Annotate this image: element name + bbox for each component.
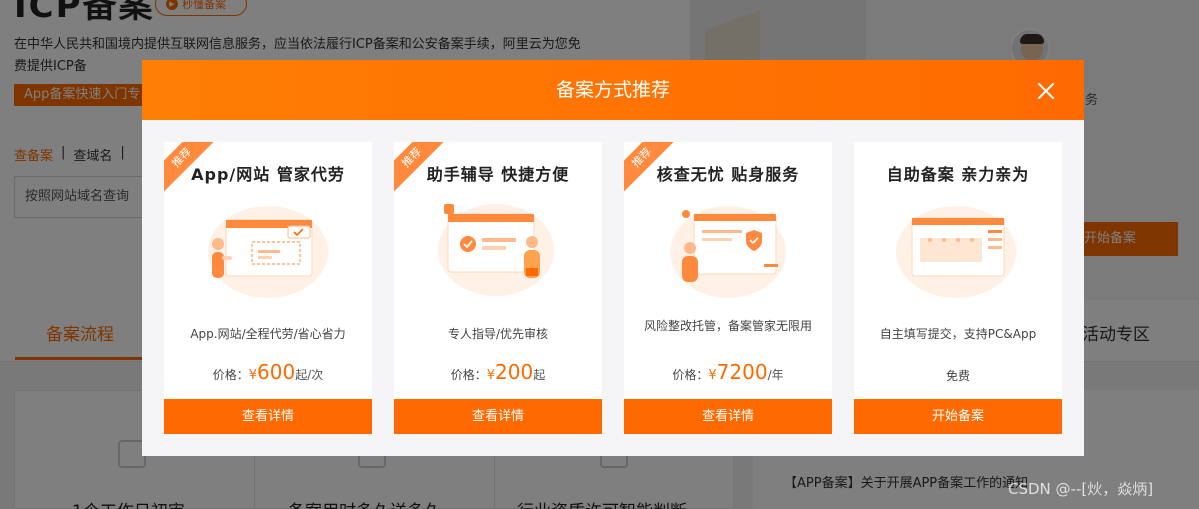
view-details-button[interactable]: 查看详情 [394, 399, 602, 434]
card-description: 自主填写提交，支持PC&App [879, 327, 1037, 341]
card-price-free: 免费 [945, 369, 970, 383]
card-price: 价格：¥7200/年 [672, 360, 784, 384]
close-icon[interactable] [1035, 80, 1057, 102]
plan-card-managed: 推荐 App/网站 管家代劳 App.网站/全程代劳/省心省力 价格：¥600起… [164, 142, 372, 434]
view-details-button[interactable]: 查看详情 [164, 399, 372, 434]
card-description: App.网站/全程代劳/省心省力 [190, 327, 346, 341]
modal-header: 备案方式推荐 [142, 60, 1084, 120]
modal-title: 备案方式推荐 [555, 79, 670, 101]
plan-card-assistant: 推荐 助手辅导 快捷方便 专人指导/优先审核 价格：¥200起 查看详情 [394, 142, 602, 434]
managed-service-illustration [208, 206, 328, 298]
card-title: 核查无忧 贴身服务 [656, 165, 800, 184]
card-price: 价格：¥600起/次 [212, 360, 324, 384]
card-title: 自助备案 亲力亲为 [886, 165, 1030, 184]
card-description: 风险整改托管，备案管家无限用 [643, 319, 812, 333]
plan-card-self-service: 自助备案 亲力亲为 自主填写提交，支持PC&App 免费 开始备案 [854, 142, 1062, 434]
watermark: CSDN @--[炏，焱炳] [1008, 480, 1154, 498]
plan-card-verification: 推荐 核查无忧 贴身服务 风险整改托管，备案管家无限用 价格：¥7200/年 查… [624, 142, 832, 434]
record-method-modal: 备案方式推荐 推荐 App/网站 管家代劳 App.网站/全程代劳/省心省力 价… [142, 60, 1084, 456]
card-title: 助手辅导 快捷方便 [426, 165, 570, 184]
card-description: 专人指导/优先审核 [447, 327, 549, 341]
card-title: App/网站 管家代劳 [191, 165, 345, 184]
card-price: 价格：¥200起 [450, 360, 546, 384]
view-details-button[interactable]: 查看详情 [624, 399, 832, 434]
start-record-button[interactable]: 开始备案 [854, 399, 1062, 434]
self-service-illustration [896, 206, 1016, 298]
assistant-guide-illustration [438, 204, 554, 296]
verification-service-illustration [670, 206, 786, 298]
